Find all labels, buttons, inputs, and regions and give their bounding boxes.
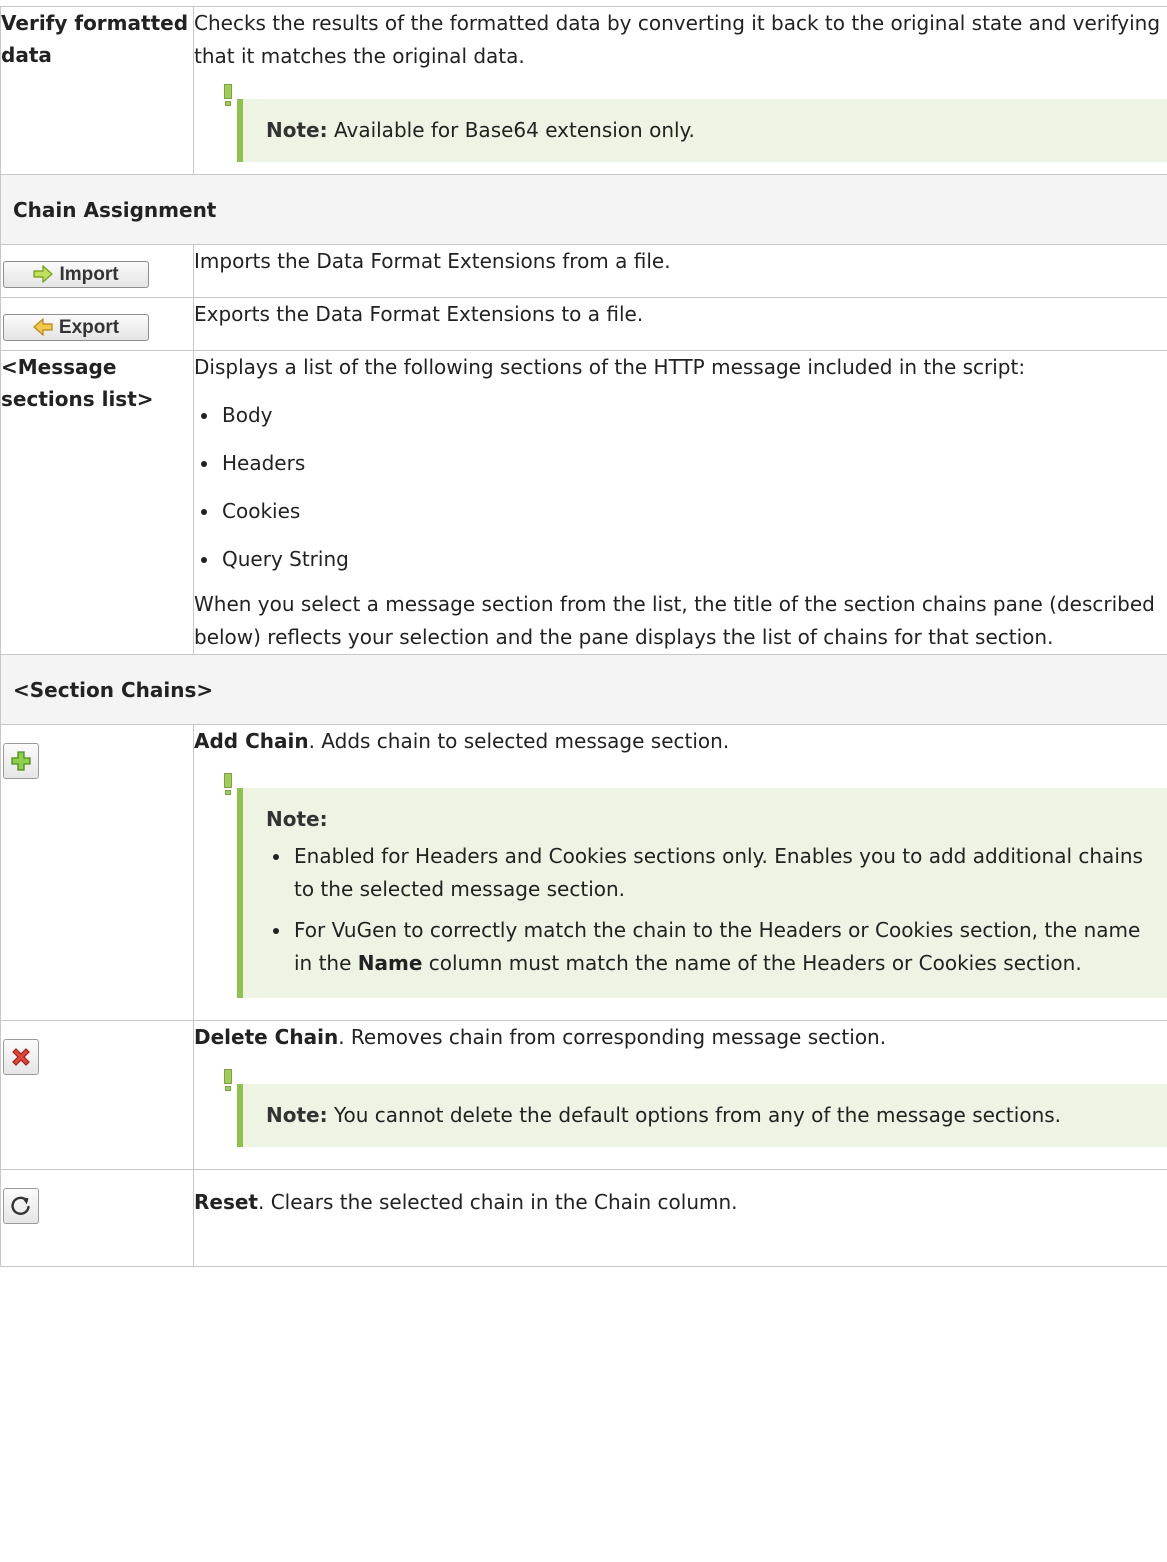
message-sections-bullet-list: Body Headers Cookies Query String (194, 399, 1167, 576)
arrow-right-icon (33, 264, 54, 284)
refresh-icon (11, 1196, 30, 1216)
add-chain-button[interactable] (3, 743, 39, 779)
export-description: Exports the Data Format Extensions to a … (194, 302, 644, 326)
arrow-left-icon (33, 317, 53, 337)
delete-chain-title: Delete Chain (194, 1025, 339, 1049)
import-button[interactable]: Import (3, 261, 149, 288)
table-row-import: Import Imports the Data Format Extension… (0, 244, 1167, 298)
note-marker-icon (224, 773, 232, 795)
note-box: Note: Available for Base64 extension onl… (224, 84, 1167, 162)
message-sections-outro: When you select a message section from t… (194, 592, 1155, 649)
reset-button[interactable] (3, 1188, 39, 1224)
ui-element-name: Export (0, 297, 194, 351)
ui-element-name: Import (0, 244, 194, 298)
note-label: Note: (266, 807, 328, 831)
delete-chain-button[interactable] (3, 1039, 39, 1075)
note-box: Note: Enabled for Headers and Cookies se… (224, 773, 1167, 998)
reset-description: Reset. Clears the selected chain in the … (194, 1186, 1167, 1219)
ui-element-description: Checks the results of the formatted data… (193, 6, 1167, 175)
note-item-text-after: column must match the name of the Header… (422, 951, 1082, 975)
note-marker-icon (224, 84, 232, 106)
section-header-section-chains: <Section Chains> (0, 654, 1167, 725)
list-item: Query String (194, 543, 1167, 576)
table-row-reset: Reset. Clears the selected chain in the … (0, 1169, 1167, 1267)
ui-element-name (0, 1169, 194, 1267)
delete-chain-description: Delete Chain. Removes chain from corresp… (194, 1021, 1167, 1054)
message-sections-intro: Displays a list of the following section… (194, 355, 1026, 379)
section-title: <Section Chains> (0, 654, 1167, 725)
ui-element-description: Displays a list of the following section… (193, 350, 1167, 655)
import-button-label: Import (59, 264, 119, 285)
list-item: Body (194, 399, 1167, 432)
export-button-label: Export (58, 317, 120, 338)
verify-description: Checks the results of the formatted data… (194, 11, 1161, 68)
list-item: Cookies (194, 495, 1167, 528)
table-row-add-chain: Add Chain. Adds chain to selected messag… (0, 724, 1167, 1021)
red-x-icon (12, 1048, 30, 1066)
ui-element-name (0, 724, 194, 1021)
note-label: Note: (266, 1103, 328, 1127)
note-text: You cannot delete the default options fr… (333, 1103, 1062, 1127)
reset-title: Reset (194, 1190, 258, 1214)
note-text: Available for Base64 extension only. (333, 118, 695, 142)
note-label: Note: (266, 118, 328, 142)
note-bullet-list: Enabled for Headers and Cookies sections… (266, 840, 1147, 980)
ui-element-description: Exports the Data Format Extensions to a … (193, 297, 1167, 351)
section-header-chain-assignment: Chain Assignment (0, 174, 1167, 245)
ui-element-name (0, 1020, 194, 1170)
ui-element-name: <Message sections list> (0, 350, 194, 655)
table-row-verify-formatted-data: Verify formatted data Checks the results… (0, 6, 1167, 175)
table-row-message-sections-list: <Message sections list> Displays a list … (0, 350, 1167, 655)
list-item: Headers (194, 447, 1167, 480)
section-title: Chain Assignment (0, 174, 1167, 245)
export-button[interactable]: Export (3, 314, 149, 341)
reset-text: . Clears the selected chain in the Chain… (258, 1190, 738, 1214)
list-item: For VuGen to correctly match the chain t… (266, 914, 1147, 980)
table-row-export: Export Exports the Data Format Extension… (0, 297, 1167, 351)
table-row-delete-chain: Delete Chain. Removes chain from corresp… (0, 1020, 1167, 1170)
note-item-bold-name: Name (357, 951, 423, 975)
add-chain-text: . Adds chain to selected message section… (308, 729, 730, 753)
list-item: Enabled for Headers and Cookies sections… (266, 840, 1147, 906)
import-description: Imports the Data Format Extensions from … (194, 249, 671, 273)
ui-element-description: Imports the Data Format Extensions from … (193, 244, 1167, 298)
document-page: Verify formatted data Checks the results… (0, 0, 1167, 1562)
plus-icon (11, 751, 31, 771)
add-chain-description: Add Chain. Adds chain to selected messag… (194, 725, 1167, 758)
ui-element-description: Add Chain. Adds chain to selected messag… (193, 724, 1167, 1021)
delete-chain-text: . Removes chain from corresponding messa… (338, 1025, 887, 1049)
ui-element-description: Delete Chain. Removes chain from corresp… (193, 1020, 1167, 1170)
add-chain-title: Add Chain (194, 729, 309, 753)
note-marker-icon (224, 1069, 232, 1091)
ui-element-name: Verify formatted data (0, 6, 194, 175)
message-sections-list-label: <Message sections list> (1, 355, 154, 411)
note-box: Note: You cannot delete the default opti… (224, 1069, 1167, 1147)
ui-elements-table: Verify formatted data Checks the results… (0, 6, 1167, 1267)
ui-element-description: Reset. Clears the selected chain in the … (193, 1169, 1167, 1267)
verify-formatted-data-label: Verify formatted data (1, 11, 189, 67)
